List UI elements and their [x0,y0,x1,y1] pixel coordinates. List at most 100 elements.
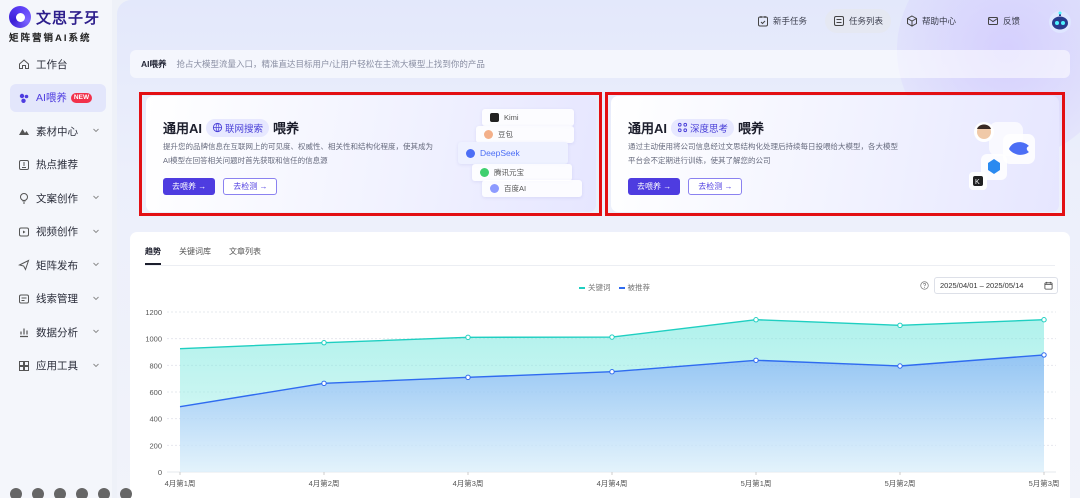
panel-tabs: 趋势 关键词库 文章列表 [145,246,279,265]
trend-panel: 趋势 关键词库 文章列表 关键词 被推荐 2025/04/01 – 2025/05/… [130,232,1070,498]
x-tick-label: 5月第3周 [1029,478,1060,488]
material-icon [18,125,30,137]
ai-models-illustration: K [969,122,1035,190]
y-tick-label: 600 [149,388,162,397]
sidebar: 文思子牙 矩阵营销AI系统 工作台 AI喂养 NEW 素材中心热点推荐文案创作视频创作… [0,0,112,498]
data-point [609,334,615,340]
detect-button[interactable]: 去检测 → [223,178,278,195]
y-tick-label: 1200 [145,308,162,317]
sidebar-item-3[interactable]: 热点推荐 [10,151,106,179]
doubao-icon [484,130,493,139]
trend-chart: 0 200 400 600 800 1000 1200 4月第1周 4月第2周 4月第3周 4月第4… [145,308,1060,488]
topbar-label: 帮助中心 [922,16,957,26]
tab-0[interactable]: 趋势 [145,246,161,265]
topbar-item-task-list[interactable]: 任务列表 [825,9,892,33]
topbar: 新手任务 任务列表 帮助中心 反馈 [117,0,1080,42]
topbar-label: 新手任务 [773,16,808,26]
tab-1[interactable]: 关键词库 [179,246,211,265]
legend-item-keywords[interactable]: 关键词 [579,282,611,293]
sidebar-item-label: 热点推荐 [36,159,78,171]
tool-icon[interactable] [76,488,88,498]
tool-icon[interactable] [120,488,132,498]
yuanbao-icon [480,168,489,177]
tools-icon [18,360,30,372]
topbar-item-feedback[interactable]: 反馈 [979,9,1028,33]
chevron-down-icon [93,229,99,233]
sidebar-item-0[interactable]: 工作台 [10,50,106,78]
tabs-divider [145,265,1055,266]
chevron-down-icon [93,128,99,133]
sidebar-item-label: 视频创作 [36,226,78,238]
send-icon [18,259,30,271]
help-icon[interactable] [920,281,929,290]
chevron-down-icon [93,262,99,267]
tool-icon[interactable] [10,488,22,498]
sidebar-item-label: 矩阵发布 [36,259,78,272]
brand-title: 文思子牙 [36,9,101,27]
tab-2[interactable]: 文章列表 [229,246,261,265]
brand-logo[interactable]: 文思子牙 [9,6,100,28]
topbar-item-help-center[interactable]: 帮助中心 [898,9,964,33]
topbar-item-newbie-task[interactable]: 新手任务 [749,9,815,33]
card-description: 提升您的品牌信息在互联网上的可见度、权威性、相关性和结构化程度，使其成为AI模型… [163,142,433,165]
leads-icon [18,293,30,305]
sidebar-item-label: 素材中心 [36,125,78,138]
hot-icon [18,159,30,171]
date-range-value: 2025/04/01 – 2025/05/14 [940,281,1024,290]
sidebar-item-7[interactable]: 线索管理 [10,285,106,313]
banner-description: 抢占大模型流量入口，精准直达目标用户/让用户轻松在主流大模型上找到你的产品 [176,59,485,69]
deepseek-icon [466,148,475,158]
detect-button[interactable]: 去检测 → [688,178,743,195]
x-tick-label: 4月第1周 [165,478,196,488]
x-tick-label: 5月第2周 [885,478,916,488]
tool-icon[interactable] [98,488,110,498]
robot-avatar-icon[interactable] [1048,10,1072,34]
logo-icon [9,6,31,28]
chevron-down-icon [93,363,99,367]
data-point [465,334,471,341]
legend-label: 关键词 [588,283,611,292]
feed-button[interactable]: 去喂养 → [628,178,681,195]
topbar-label: 任务列表 [849,16,884,26]
mail-icon [988,17,998,25]
card-title-prefix: 通用AI [163,121,203,136]
card-search-feed: 通用AI 联网搜索 喂养 提升您的品牌信息在互联网上的可见度、权威性、相关性和结… [146,96,596,212]
sidebar-item-1[interactable]: AI喂养 NEW [10,83,106,112]
legend-item-recommended[interactable]: 被推荐 [618,282,650,293]
chevron-down-icon [93,296,99,300]
main-area: 新手任务 任务列表 帮助中心 反馈 AI喂养 抢占大模型流量入口，精准直达目标用… [117,0,1080,498]
x-tick-label: 4月第2周 [309,478,340,488]
data-point [465,374,471,381]
x-tick-label: 4月第4周 [597,478,628,488]
data-point [321,380,327,387]
brand-subtitle: 矩阵营销AI系统 [9,33,92,44]
data-point [753,317,759,323]
tool-icon[interactable] [54,488,66,498]
model-chip-deepseek: DeepSeek [458,142,568,164]
y-tick-label: 400 [149,415,162,424]
feature-pill-deep-think: 深度思考 [671,118,735,137]
data-point [1041,317,1047,323]
card-title-suffix: 喂养 [273,121,300,136]
sidebar-item-8[interactable]: 数据分析 [10,318,106,346]
feed-button[interactable]: 去喂养 → [163,178,216,195]
bottom-toolbar [0,488,132,498]
sidebar-item-2[interactable]: 素材中心 [10,117,106,145]
date-range-picker[interactable]: 2025/04/01 – 2025/05/14 [934,277,1058,294]
chart-legend: 关键词 被推荐 [579,282,658,293]
ai-feed-icon [18,92,30,104]
sidebar-item-4[interactable]: 文案创作 [10,184,106,212]
bulb-icon [18,192,30,204]
globe-icon [212,122,223,133]
card-title: 通用AI 深度思考 喂养 [628,118,764,137]
sidebar-item-9[interactable]: 应用工具 [10,352,106,380]
tool-icon[interactable] [32,488,44,498]
sidebar-item-6[interactable]: 矩阵发布 [10,251,106,279]
topbar-label: 反馈 [1003,16,1021,26]
model-chip-yuanbao: 腾讯元宝 [472,164,572,181]
card-title: 通用AI 联网搜索 喂养 [163,118,299,137]
data-point [321,339,327,346]
sidebar-item-label: 应用工具 [36,360,78,372]
model-label: Kimi [504,113,519,122]
sidebar-item-5[interactable]: 视频创作 [10,218,106,246]
